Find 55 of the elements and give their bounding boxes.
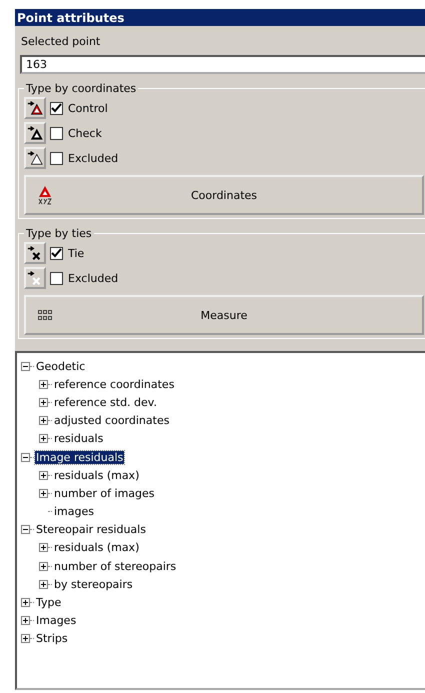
arrow-triangle-button[interactable] bbox=[24, 147, 46, 169]
arrow-triangle-button[interactable] bbox=[24, 97, 46, 119]
expander-icon[interactable] bbox=[21, 452, 30, 462]
expander-icon[interactable] bbox=[39, 543, 48, 552]
tree-item[interactable]: images bbox=[53, 505, 95, 518]
group-title: Type by coordinates bbox=[25, 82, 138, 95]
tree-item[interactable]: Strips bbox=[35, 632, 69, 646]
expander-icon[interactable] bbox=[21, 598, 30, 608]
expander-icon[interactable] bbox=[39, 580, 48, 589]
expander-icon[interactable] bbox=[39, 562, 48, 571]
tree-item[interactable]: reference std. dev. bbox=[53, 396, 158, 409]
expander-icon[interactable] bbox=[21, 362, 30, 371]
field-label: Selected point bbox=[20, 34, 102, 50]
tree-item[interactable]: number of images bbox=[53, 486, 156, 500]
expander-icon[interactable] bbox=[21, 634, 30, 644]
tree-item[interactable]: Image residuals bbox=[35, 450, 124, 464]
tree-item[interactable]: adjusted coordinates bbox=[53, 414, 170, 428]
tree-item[interactable]: number of stereopairs bbox=[53, 560, 178, 573]
checkbox-label: Excluded bbox=[68, 152, 118, 164]
point-input-field[interactable]: 163 bbox=[20, 55, 425, 74]
expander-icon[interactable] bbox=[39, 470, 48, 480]
expander-icon[interactable] bbox=[39, 416, 48, 426]
coordinates-button[interactable]: Coordinates bbox=[24, 175, 424, 215]
grid-icon bbox=[38, 310, 52, 320]
arrow-cross-button[interactable] bbox=[24, 242, 46, 264]
checkbox[interactable] bbox=[50, 126, 63, 140]
tree-item[interactable]: Geodetic bbox=[35, 360, 86, 373]
checkbox[interactable] bbox=[50, 246, 63, 260]
tree-item[interactable]: residuals (max) bbox=[53, 468, 140, 482]
tree-item[interactable]: reference coordinates bbox=[53, 378, 176, 391]
checkbox[interactable] bbox=[50, 272, 63, 284]
checkbox-label: Control bbox=[68, 102, 108, 114]
triangle-xyz-icon bbox=[38, 185, 52, 205]
tree-item[interactable]: Stereopair residuals bbox=[35, 523, 147, 536]
tree-item[interactable]: Type bbox=[35, 596, 62, 610]
expander-icon[interactable] bbox=[39, 488, 48, 498]
tree-item[interactable]: residuals bbox=[53, 432, 104, 446]
expander-icon[interactable] bbox=[21, 525, 30, 534]
expander-icon[interactable] bbox=[39, 380, 48, 389]
expander-icon[interactable] bbox=[39, 398, 48, 407]
tree-item[interactable]: by stereopairs bbox=[53, 578, 134, 591]
checkbox-label: Tie bbox=[68, 246, 84, 260]
arrow-triangle-button[interactable] bbox=[24, 122, 46, 144]
expander-icon[interactable] bbox=[21, 616, 30, 626]
checkbox-label: Excluded bbox=[68, 272, 118, 284]
checkbox[interactable] bbox=[50, 102, 63, 114]
window-title: Point attributes bbox=[17, 10, 124, 24]
arrow-cross-button[interactable] bbox=[24, 267, 46, 289]
expander-icon[interactable] bbox=[39, 434, 48, 444]
tree-item[interactable]: residuals (max) bbox=[53, 541, 140, 554]
checkbox[interactable] bbox=[50, 152, 63, 164]
measure-button[interactable]: Measure bbox=[24, 295, 424, 335]
tree-item[interactable]: Images bbox=[35, 614, 78, 628]
group-title: Type by ties bbox=[25, 227, 93, 240]
checkbox-label: Check bbox=[68, 126, 102, 140]
